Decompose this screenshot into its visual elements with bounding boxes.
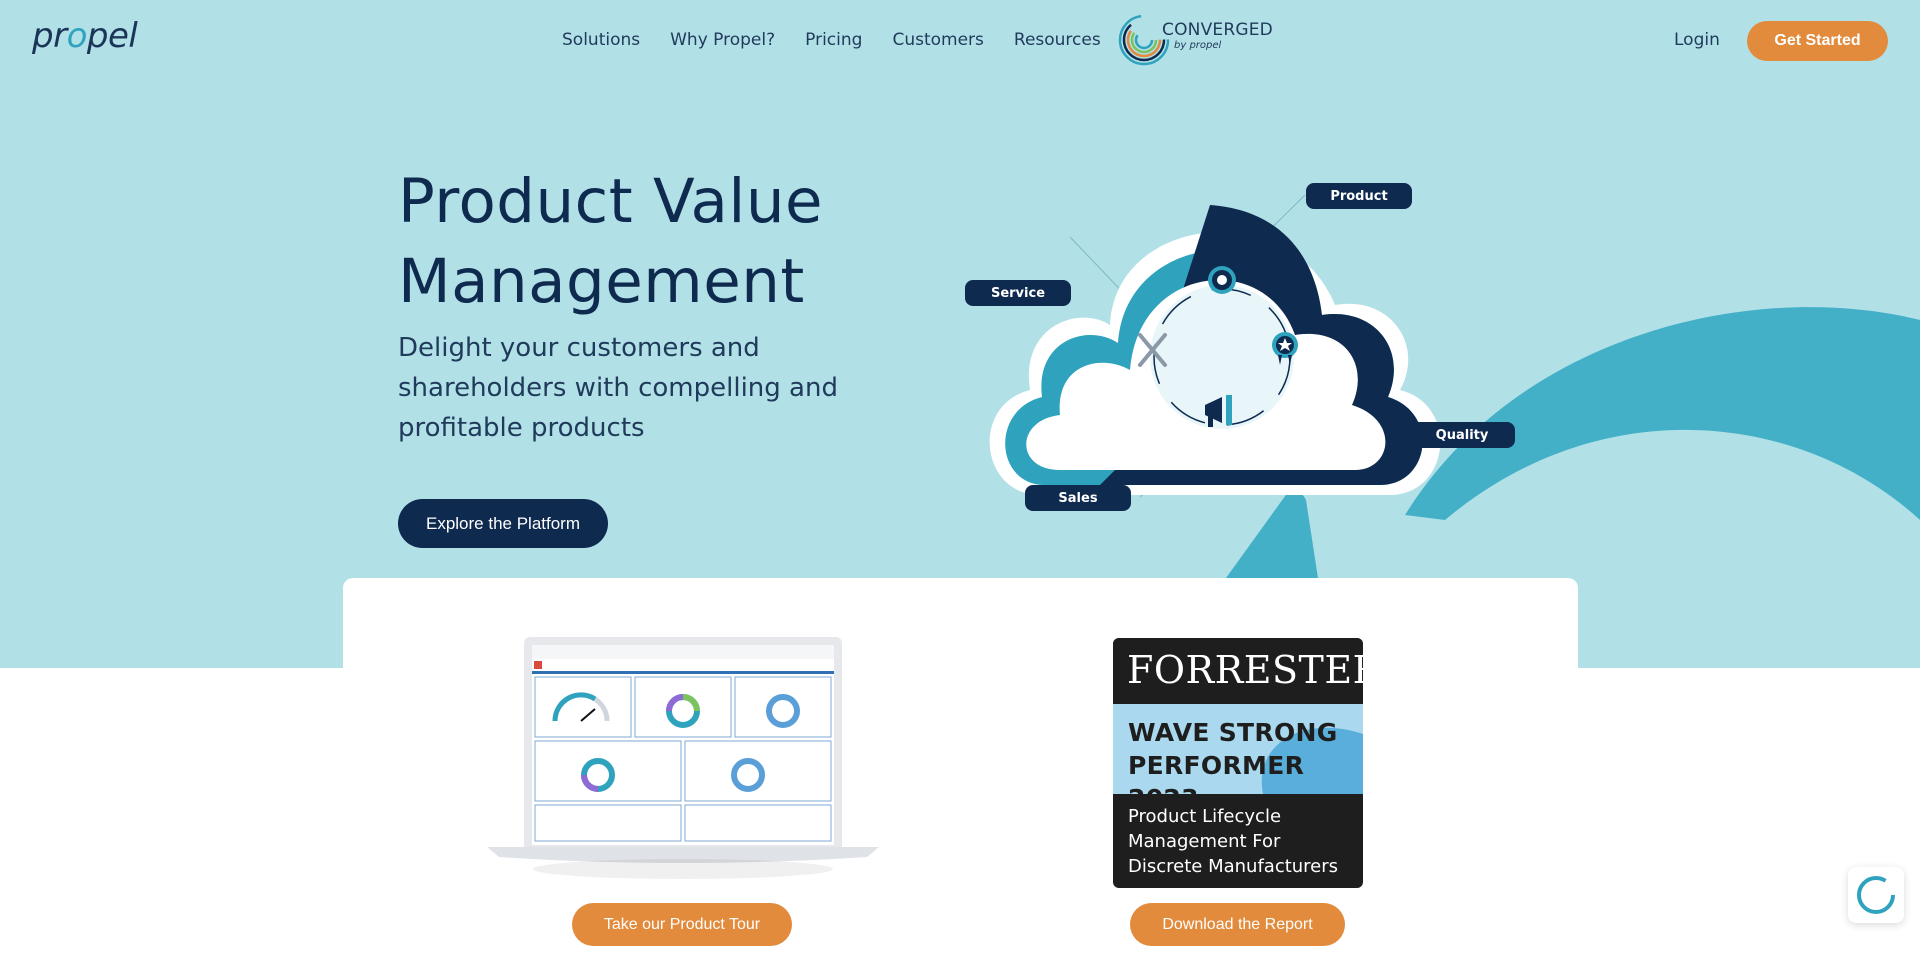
- get-started-button[interactable]: Get Started: [1747, 21, 1888, 61]
- forrester-description: Product Lifecycle Management For Discret…: [1128, 804, 1358, 879]
- nav-link-solutions[interactable]: Solutions: [562, 30, 640, 50]
- logo-text-o: o: [66, 16, 88, 56]
- cloud-illustration: Product Service Quality Sales: [960, 175, 1520, 515]
- forrester-brand: FORRESTER: [1127, 648, 1363, 692]
- nav-link-why-propel[interactable]: Why Propel?: [670, 30, 775, 50]
- converged-subtitle: by propel: [1174, 40, 1222, 51]
- nav-link-resources[interactable]: Resources: [1014, 30, 1101, 50]
- top-navigation: propel Solutions Why Propel? Pricing Cus…: [0, 0, 1920, 80]
- tag-product: Product: [1306, 183, 1412, 209]
- gear-icon: [1208, 266, 1236, 294]
- nav-link-customers[interactable]: Customers: [892, 30, 983, 50]
- hero-title-line2: Management: [398, 246, 805, 317]
- product-tour-button[interactable]: Take our Product Tour: [572, 903, 792, 946]
- converged-logo[interactable]: CONVERGED by propel: [1116, 12, 1276, 68]
- forrester-desc-line3: Discrete Manufacturers: [1128, 856, 1339, 877]
- explore-platform-button[interactable]: Explore the Platform: [398, 499, 608, 548]
- login-link[interactable]: Login: [1674, 30, 1720, 50]
- propel-logo[interactable]: propel: [32, 16, 138, 56]
- nav-links: Solutions Why Propel? Pricing Customers …: [562, 30, 1101, 50]
- forrester-badge[interactable]: FORRESTER WAVE STRONG PERFORMER 2023 Pro…: [1113, 638, 1363, 888]
- tag-service: Service: [965, 280, 1071, 306]
- tag-quality: Quality: [1409, 422, 1515, 448]
- tag-sales: Sales: [1025, 485, 1131, 511]
- hero-title: Product Value Management: [398, 162, 918, 322]
- chat-widget-button[interactable]: [1848, 867, 1904, 923]
- forrester-wave-text: WAVE STRONG PERFORMER 2023: [1128, 716, 1358, 815]
- hero-title-line1: Product Value: [398, 166, 824, 237]
- logo-text-prefix: pr: [32, 16, 67, 56]
- forrester-desc-line2: Management For: [1128, 831, 1281, 852]
- download-report-button[interactable]: Download the Report: [1130, 903, 1345, 946]
- forrester-wave-line1: WAVE STRONG: [1128, 718, 1338, 747]
- logo-text-suffix: pel: [86, 16, 138, 56]
- forrester-desc-line1: Product Lifecycle: [1128, 806, 1282, 827]
- nav-link-pricing[interactable]: Pricing: [805, 30, 862, 50]
- cloud-graphic: [989, 194, 1441, 498]
- chat-loader-icon: [1857, 876, 1895, 914]
- hero-subtitle: Delight your customers and shareholders …: [398, 333, 838, 443]
- laptop-screenshot: [487, 637, 879, 887]
- converged-title: CONVERGED: [1162, 20, 1273, 40]
- dashboard-preview-image: [487, 637, 879, 879]
